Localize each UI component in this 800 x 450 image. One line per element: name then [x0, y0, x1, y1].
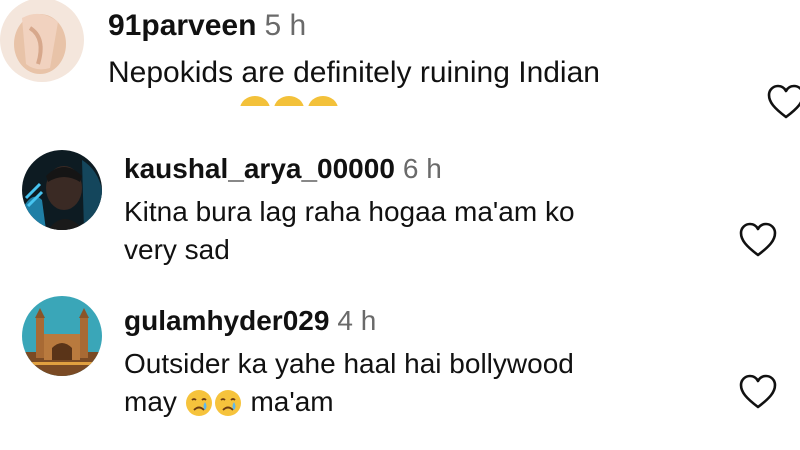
comment-timestamp: 5 h: [264, 9, 307, 42]
user-avatar[interactable]: [0, 0, 84, 82]
crying-face-emoji-icon: [214, 389, 242, 428]
heart-outline-icon: [767, 84, 800, 119]
heart-outline-icon: [739, 222, 777, 257]
comment-body: kaushal_arya_00000 6 h Kitna bura lag rah…: [124, 153, 744, 270]
comment-body: gulamhyder029 4 h Outsider ka yahe haal h…: [124, 305, 744, 428]
like-button[interactable]: [766, 84, 800, 120]
username-link[interactable]: gulamhyder029: [124, 305, 329, 336]
face-emoji-icon: [274, 96, 304, 106]
avatar-dark-photo-icon: [22, 150, 102, 230]
comment-text: Outsider ka yahe haal hai bollywood may: [124, 345, 744, 428]
emoji-row: [240, 96, 370, 106]
comment-header: 91parveen 5 h: [108, 9, 748, 42]
comment-text: Kitna bura lag raha hogaa ma'am ko very …: [124, 193, 744, 270]
avatar-beige-photo-icon: [0, 0, 84, 82]
comment-text: Nepokids are definitely ruining Indian: [108, 56, 600, 89]
comment-timestamp: 4 h: [337, 305, 377, 336]
user-avatar[interactable]: [22, 150, 102, 230]
heart-outline-icon: [739, 374, 777, 409]
username-link[interactable]: kaushal_arya_00000: [124, 153, 395, 184]
avatar-monument-photo-icon: [22, 296, 102, 376]
face-emoji-icon: [240, 96, 270, 106]
comment-item: gulamhyder029 4 h Outsider ka yahe haal h…: [0, 290, 800, 450]
user-avatar[interactable]: [22, 296, 102, 376]
comment-header: gulamhyder029 4 h: [124, 305, 744, 337]
comment-header: kaushal_arya_00000 6 h: [124, 153, 744, 185]
like-button[interactable]: [738, 374, 778, 410]
comment-body: 91parveen 5 h Nepokids are definitely rui…: [108, 9, 748, 93]
comment-text-line: Outsider ka yahe haal hai bollywood: [124, 347, 574, 379]
crying-face-emoji-icon: [185, 389, 213, 428]
comment-item: kaushal_arya_00000 6 h Kitna bura lag rah…: [0, 138, 800, 288]
comment-timestamp: 6 h: [402, 153, 442, 184]
comment-item: 91parveen 5 h Nepokids are definitely rui…: [0, 0, 800, 119]
comment-text-segment: may: [124, 386, 177, 418]
comment-text-line: very sad: [124, 234, 230, 266]
like-button[interactable]: [738, 222, 778, 258]
face-emoji-icon: [308, 96, 338, 106]
comment-text-line: Kitna bura lag raha hogaa ma'am ko: [124, 195, 575, 227]
comment-text-line: may ma'am: [124, 383, 744, 428]
username-link[interactable]: 91parveen: [108, 9, 256, 42]
comment-text-segment: ma'am: [250, 386, 334, 418]
comments-list: 91parveen 5 h Nepokids are definitely rui…: [0, 0, 800, 450]
